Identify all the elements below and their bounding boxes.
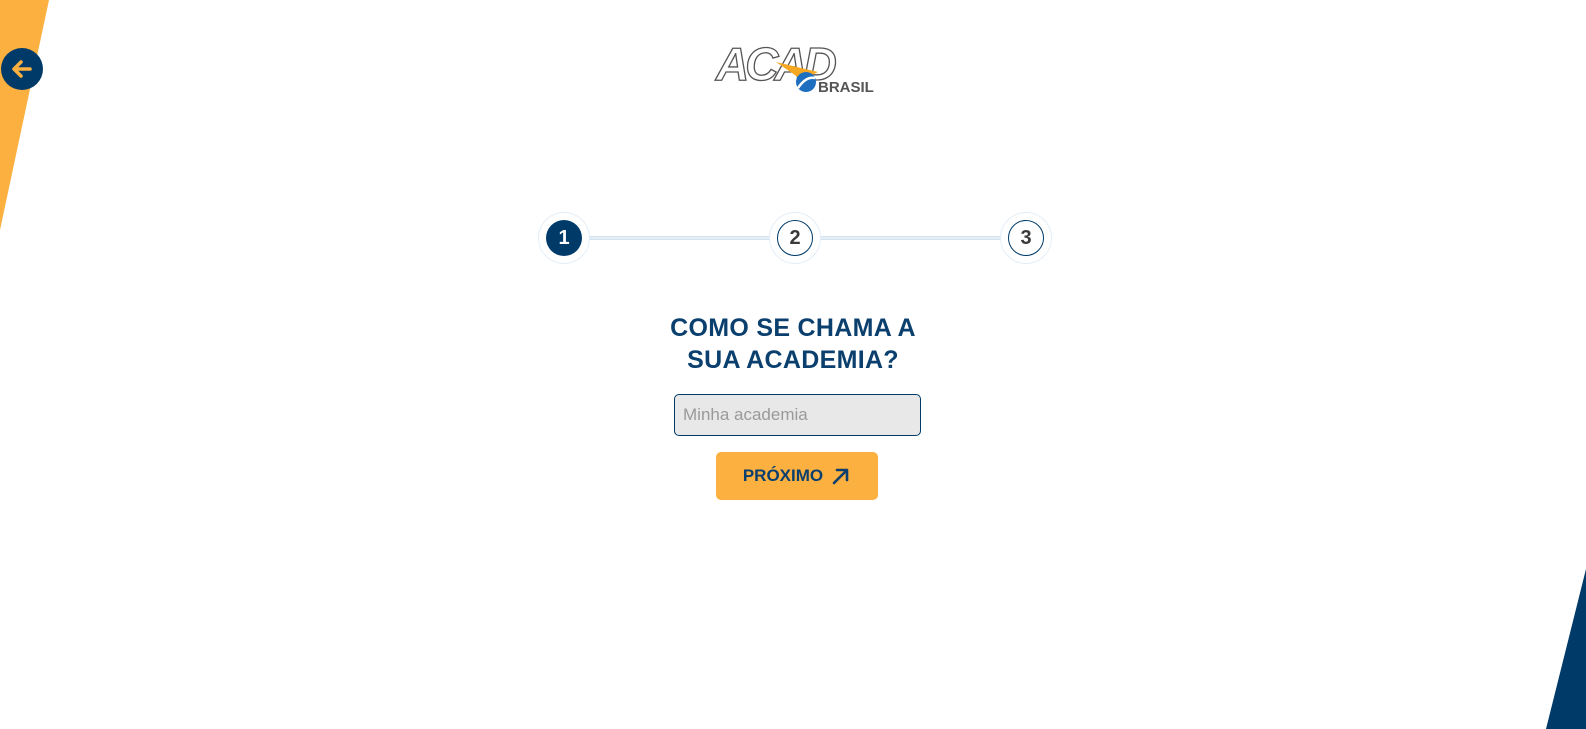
back-button[interactable] [1,48,43,90]
question-heading: COMO SE CHAMA A SUA ACADEMIA? [643,312,943,376]
signup-page: ACAD BRASIL 1 2 3 COMO SE CHAMA A SUA AC… [0,0,1586,729]
next-button-label: PRÓXIMO [742,466,824,485]
question-line-1: COMO SE CHAMA A [670,314,916,342]
step-1-number: 1 [546,220,582,256]
arrow-up-right-icon [832,468,849,485]
step-connector-1 [582,236,770,240]
step-connector-2 [812,236,1000,240]
arrow-left-icon [12,60,32,78]
step-3-number: 3 [1008,220,1044,256]
progress-stepper: 1 2 3 [538,212,1052,264]
step-2-number: 2 [777,220,813,256]
decorative-stripe-right [1546,569,1586,729]
step-3: 3 [1000,212,1052,264]
next-button[interactable]: PRÓXIMO [716,452,878,500]
gym-name-input[interactable] [674,394,921,436]
question-line-2: SUA ACADEMIA? [687,346,899,374]
step-2: 2 [769,212,821,264]
acad-brasil-logo: ACAD BRASIL [714,40,876,96]
step-1: 1 [538,212,590,264]
decorative-stripe-left [0,0,49,230]
logo-subtitle: BRASIL [818,79,874,96]
